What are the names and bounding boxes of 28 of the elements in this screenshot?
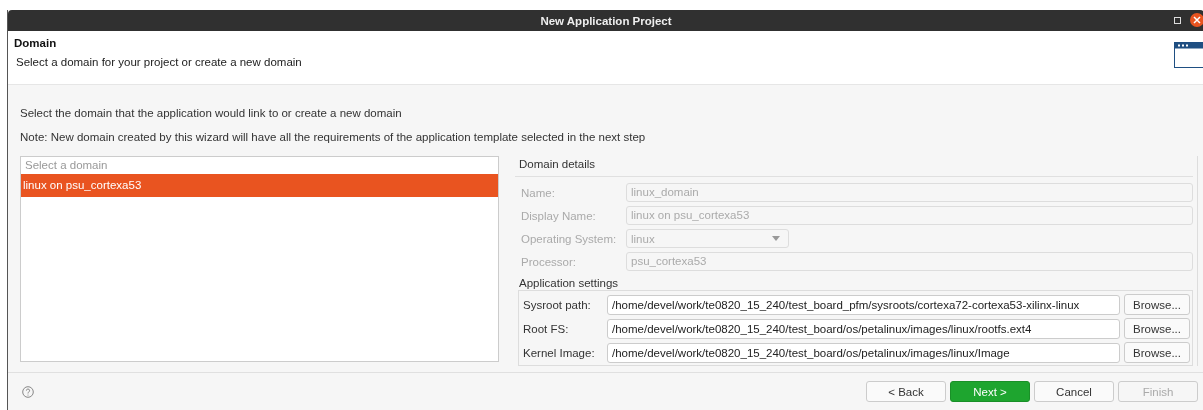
close-button[interactable] <box>1190 13 1203 27</box>
help-icon[interactable] <box>22 385 34 398</box>
wizard-button[interactable]: Cancel <box>1034 381 1114 402</box>
instruction-text: Select the domain that the application would link to or create a new domain <box>20 106 403 121</box>
domain-item[interactable]: linux on psu_cortexa53 <box>21 174 498 197</box>
field-label: Name: <box>521 186 556 199</box>
group-title: Application settings <box>518 277 620 290</box>
browse-button[interactable]: Browse... <box>1124 342 1190 363</box>
path-field[interactable]: /home/devel/work/te0820_15_240/test_board/os/petalinux/images/linux/Image <box>607 342 1120 363</box>
list-header: Select a domain <box>24 158 109 173</box>
browse-button[interactable]: Browse... <box>1124 318 1190 339</box>
field-label: Processor: <box>521 255 577 268</box>
section-title: Domain details <box>515 156 1193 177</box>
page-title: Domain <box>14 37 58 49</box>
field-label: Display Name: <box>521 209 597 222</box>
path-field[interactable]: /home/devel/work/te0820_15_240/test_board_pfm/sysroots/cortexa72-cortexa53-xilinx-linux <box>607 294 1120 315</box>
maximize-button[interactable] <box>1174 16 1181 24</box>
path-field[interactable]: /home/devel/work/te0820_15_240/test_board/os/petalinux/images/linux/rootfs.ext4 <box>607 318 1120 339</box>
field-label: Sysroot path: <box>523 298 592 311</box>
instruction-text: Note: New domain created by this wizard will have all the requirements of the application template selected in the next step <box>20 130 647 145</box>
dropdown-arrow-icon <box>772 236 780 241</box>
field-label: Operating System: <box>521 232 618 245</box>
window-title: New Application Project <box>540 14 672 27</box>
page-subtitle: Select a domain for your project or create a new domain <box>15 56 302 68</box>
wizard-button[interactable]: < Back <box>866 381 946 402</box>
field-label: Root FS: <box>523 322 570 335</box>
field-label: Kernel Image: <box>523 346 596 359</box>
browse-button[interactable]: Browse... <box>1124 294 1190 315</box>
